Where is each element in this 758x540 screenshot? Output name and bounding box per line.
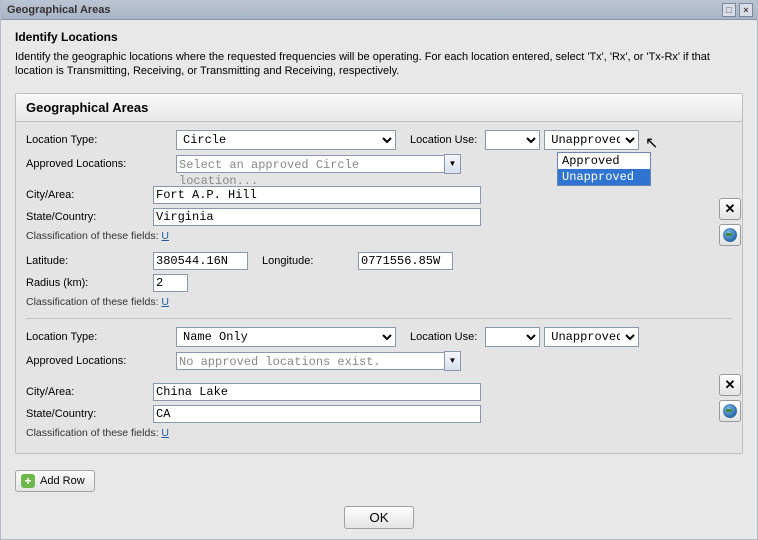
city-area-input[interactable] <box>153 186 481 204</box>
classification-line: Classification of these fields: U <box>26 230 732 242</box>
state-country-input[interactable] <box>153 208 481 226</box>
location-type-select[interactable]: Name Only <box>176 327 396 347</box>
city-area-label: City/Area: <box>26 386 153 398</box>
classification-link[interactable]: U <box>161 296 169 308</box>
add-row-button[interactable]: + Add Row <box>15 470 95 492</box>
latitude-label: Latitude: <box>26 255 153 267</box>
classification-line: Classification of these fields: U <box>26 427 732 439</box>
longitude-input[interactable] <box>358 252 453 270</box>
classification-link[interactable]: U <box>161 427 169 439</box>
location-type-select[interactable]: Circle <box>176 130 396 150</box>
globe-icon <box>723 404 737 418</box>
x-icon: ✕ <box>725 201 736 217</box>
approval-select[interactable]: Unapproved <box>544 327 639 347</box>
remove-location-button[interactable]: ✕ <box>719 198 741 220</box>
city-area-label: City/Area: <box>26 189 153 201</box>
section-description: Identify the geographic locations where … <box>15 50 743 79</box>
divider <box>26 318 732 319</box>
x-icon: ✕ <box>725 377 736 393</box>
titlebar: Geographical Areas □ × <box>1 0 757 20</box>
section-heading: Identify Locations <box>15 30 743 44</box>
approved-locations-placeholder: Select an approved Circle location... <box>176 155 444 173</box>
approval-dropdown-popup[interactable]: Approved Unapproved <box>557 152 651 186</box>
geographical-areas-window: Geographical Areas □ × Identify Location… <box>0 0 758 540</box>
location-use-select[interactable] <box>485 130 540 150</box>
approved-locations-combo[interactable]: No approved locations exist. ▼ <box>176 351 461 371</box>
location-use-label: Location Use: <box>410 331 477 343</box>
remove-location-button[interactable]: ✕ <box>719 374 741 396</box>
state-country-label: State/Country: <box>26 408 153 420</box>
classification-link[interactable]: U <box>161 230 169 242</box>
approved-locations-label: Approved Locations: <box>26 355 176 367</box>
location-actions: ✕ <box>719 198 743 246</box>
maximize-icon[interactable]: □ <box>722 3 736 17</box>
latitude-input[interactable] <box>153 252 248 270</box>
location-use-label: Location Use: <box>410 134 477 146</box>
location-use-select[interactable] <box>485 327 540 347</box>
location-actions: ✕ <box>719 374 743 422</box>
approved-locations-label: Approved Locations: <box>26 158 176 170</box>
window-title: Geographical Areas <box>7 4 719 16</box>
approved-locations-placeholder: No approved locations exist. <box>176 352 444 370</box>
close-icon[interactable]: × <box>739 3 753 17</box>
add-row-label: Add Row <box>40 475 85 487</box>
location-type-label: Location Type: <box>26 331 176 343</box>
panel-title: Geographical Areas <box>16 94 742 122</box>
globe-icon <box>723 228 737 242</box>
plus-icon: + <box>21 474 35 488</box>
approval-option-unapproved[interactable]: Unapproved <box>558 169 650 185</box>
chevron-down-icon[interactable]: ▼ <box>444 351 461 371</box>
longitude-label: Longitude: <box>248 255 348 267</box>
state-country-input[interactable] <box>153 405 481 423</box>
radius-input[interactable] <box>153 274 188 292</box>
geo-areas-panel: Geographical Areas Location Type: Circle… <box>15 93 743 454</box>
classification-line: Classification of these fields: U <box>26 296 732 308</box>
map-location-button[interactable] <box>719 224 741 246</box>
chevron-down-icon[interactable]: ▼ <box>444 154 461 174</box>
radius-label: Radius (km): <box>26 277 153 289</box>
city-area-input[interactable] <box>153 383 481 401</box>
map-location-button[interactable] <box>719 400 741 422</box>
ok-button[interactable]: OK <box>344 506 414 529</box>
state-country-label: State/Country: <box>26 211 153 223</box>
dialog-footer: OK <box>1 498 757 539</box>
approved-locations-combo[interactable]: Select an approved Circle location... ▼ <box>176 154 461 174</box>
approval-option-approved[interactable]: Approved <box>558 153 650 169</box>
approval-select[interactable]: Unapproved <box>544 130 639 150</box>
content-area: Identify Locations Identify the geograph… <box>1 20 757 498</box>
location-type-label: Location Type: <box>26 134 176 146</box>
